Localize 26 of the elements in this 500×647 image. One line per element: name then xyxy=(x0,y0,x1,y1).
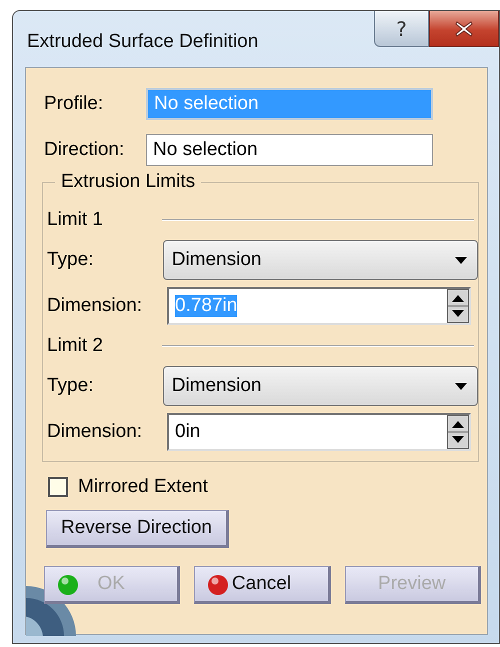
field-label: Dimension: xyxy=(47,421,144,443)
spinner-arrows-icon[interactable] xyxy=(447,289,469,323)
caret-icon xyxy=(455,256,467,264)
close-icon xyxy=(455,20,473,36)
field-label: Dimension: xyxy=(47,295,144,317)
window-title: Extruded Surface Definition xyxy=(27,31,260,53)
ball-icon xyxy=(57,574,79,596)
caret-icon xyxy=(455,382,467,390)
help-button[interactable]: ? xyxy=(374,11,429,47)
cancel-button[interactable]: Cancel xyxy=(194,566,331,604)
dimension-field[interactable]: 0in xyxy=(167,413,471,451)
type-dropdown[interactable]: Dimension xyxy=(162,240,478,280)
type-dropdown[interactable]: Dimension xyxy=(162,366,478,406)
field-label: Type: xyxy=(47,375,94,397)
selection-field[interactable]: No selection xyxy=(146,134,433,166)
field-label: Direction: xyxy=(44,139,126,161)
checkbox[interactable] xyxy=(48,477,68,497)
checkbox-label: Mirrored Extent xyxy=(78,476,208,498)
ball-icon xyxy=(207,574,230,596)
field-label: Type: xyxy=(47,249,94,271)
section-label: Limit 1 xyxy=(47,209,104,231)
field-label: Profile: xyxy=(44,93,104,115)
section-label: Limit 2 xyxy=(47,335,104,357)
close-button[interactable] xyxy=(429,11,499,47)
spinner-arrows-icon[interactable] xyxy=(447,415,469,449)
reverse-direction-button[interactable]: Reverse Direction xyxy=(46,510,229,548)
